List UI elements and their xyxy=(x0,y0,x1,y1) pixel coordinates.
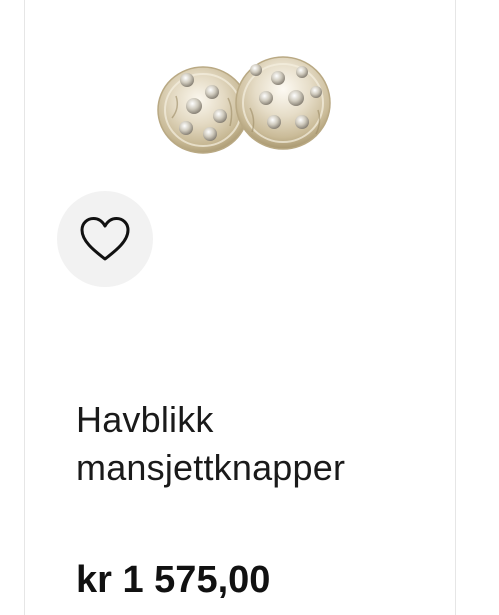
cufflinks-image xyxy=(157,56,331,154)
favorite-button[interactable] xyxy=(57,191,153,287)
product-title[interactable]: Havblikk mansjettknapper xyxy=(76,396,446,492)
heart-outline-icon xyxy=(80,217,130,261)
product-title-line1: Havblikk xyxy=(76,399,214,440)
card-border-left xyxy=(24,0,25,615)
product-price: kr 1 575,00 xyxy=(76,559,271,601)
product-image[interactable] xyxy=(150,48,340,168)
product-card[interactable]: Havblikk mansjettknapper kr 1 575,00 xyxy=(0,0,499,615)
card-border-right xyxy=(455,0,456,615)
product-title-line2: mansjettknapper xyxy=(76,447,346,488)
